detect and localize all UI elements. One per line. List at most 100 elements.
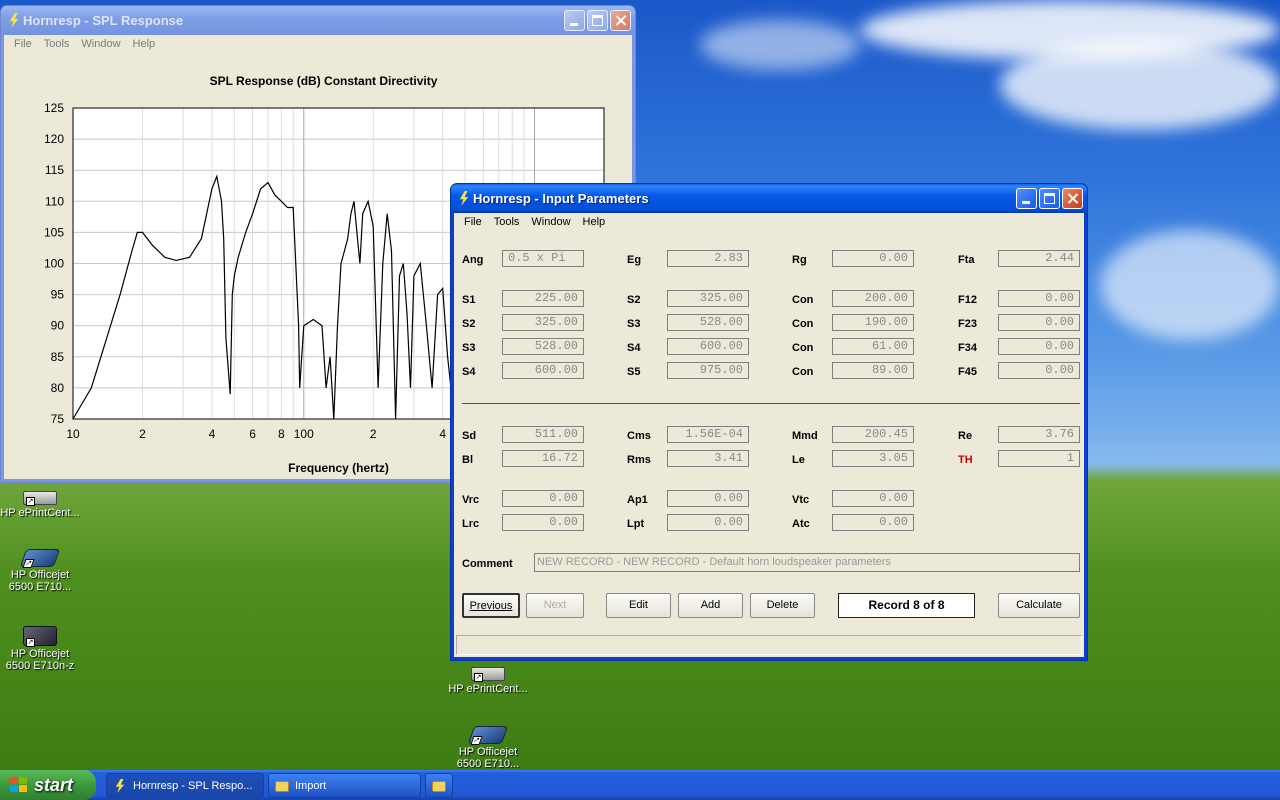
param-label-eg: Eg (627, 254, 642, 266)
param-field-con-1[interactable]: 200.00 (832, 290, 914, 307)
param-label: S5 (627, 366, 641, 378)
param-field-f34[interactable]: 0.00 (998, 338, 1080, 355)
x-tick-label: 6 (249, 427, 256, 441)
param-field-s4[interactable]: 600.00 (667, 338, 749, 355)
param-field-s4b[interactable]: 600.00 (502, 362, 584, 379)
param-field-th[interactable]: 1 (998, 450, 1080, 467)
maximize-button[interactable] (1039, 188, 1060, 209)
desktop-icon-hp-officejet-2[interactable]: ↗ HP Officejet 6500 E710... (448, 722, 528, 770)
param-field-ap1[interactable]: 0.00 (667, 490, 749, 507)
x-axis-label: Frequency (hertz) (288, 461, 389, 475)
param-field-vrc[interactable]: 0.00 (502, 490, 584, 507)
folder-icon (275, 781, 289, 792)
param-field-s2[interactable]: 325.00 (667, 290, 749, 307)
param-field-f12[interactable]: 0.00 (998, 290, 1080, 307)
minimize-icon (570, 23, 578, 26)
next-button[interactable]: Next (526, 593, 584, 618)
menu-window[interactable]: Window (525, 213, 576, 232)
input-menubar: File Tools Window Help (454, 213, 1084, 232)
minimize-button[interactable] (564, 10, 585, 31)
close-button[interactable] (610, 10, 631, 31)
taskbar: start Hornresp - SPL Respo... Import (0, 770, 1280, 800)
param-field-re[interactable]: 3.76 (998, 426, 1080, 443)
param-field-con-2[interactable]: 190.00 (832, 314, 914, 331)
menu-window[interactable]: Window (75, 35, 126, 54)
param-label-th[interactable]: TH (958, 453, 973, 467)
next-button-label: Next (543, 599, 567, 611)
y-tick-label: 100 (44, 257, 64, 271)
delete-button[interactable]: Delete (750, 593, 815, 618)
minimize-button[interactable] (1016, 188, 1037, 209)
taskbar-item-label: Import (295, 780, 327, 792)
param-field-rms[interactable]: 3.41 (667, 450, 749, 467)
param-field-f45[interactable]: 0.00 (998, 362, 1080, 379)
menu-tools[interactable]: Tools (38, 35, 76, 54)
desktop-icon-label: HP Officejet 6500 E710n-z (5, 648, 75, 672)
param-label: F45 (958, 366, 977, 378)
param-field-s3[interactable]: 528.00 (667, 314, 749, 331)
param-field-rg[interactable]: 0.00 (832, 250, 914, 267)
param-label: Vrc (462, 494, 480, 506)
param-field-f23[interactable]: 0.00 (998, 314, 1080, 331)
close-button[interactable] (1062, 188, 1083, 209)
comment-field[interactable]: NEW RECORD - NEW RECORD - Default horn l… (534, 553, 1080, 572)
taskbar-item-hornresp[interactable]: Hornresp - SPL Respo... (106, 773, 264, 798)
maximize-button[interactable] (587, 10, 608, 31)
param-field-s1[interactable]: 225.00 (502, 290, 584, 307)
param-label: Con (792, 318, 814, 330)
param-field-fta[interactable]: 2.44 (998, 250, 1080, 267)
desktop-icon-hp-officejet-nz[interactable]: ↗ HP Officejet 6500 E710n-z (0, 622, 80, 672)
param-label: S3 (462, 342, 476, 354)
param-label: S2 (627, 294, 641, 306)
param-label: Mmd (792, 430, 818, 442)
param-field-s2b[interactable]: 325.00 (502, 314, 584, 331)
desktop-icon-hp-eprintcenter[interactable]: ↗ HP ePrintCent... (0, 483, 80, 519)
param-field-ang[interactable]: 0.5 x Pi (502, 250, 584, 267)
param-label: Con (792, 294, 814, 306)
param-field-bl[interactable]: 16.72 (502, 450, 584, 467)
param-field-sd[interactable]: 511.00 (502, 426, 584, 443)
spl-window-titlebar[interactable]: Hornresp - SPL Response (1, 6, 635, 35)
param-field-eg[interactable]: 2.83 (667, 250, 749, 267)
taskbar-item-folder[interactable] (425, 773, 453, 798)
param-field-lpt[interactable]: 0.00 (667, 514, 749, 531)
printer-icon: ↗ (23, 626, 57, 647)
menu-file[interactable]: File (458, 213, 488, 232)
calculate-button[interactable]: Calculate (998, 593, 1080, 618)
edit-button[interactable]: Edit (606, 593, 671, 618)
input-window-titlebar[interactable]: Hornresp - Input Parameters (451, 184, 1087, 213)
menu-help[interactable]: Help (577, 213, 612, 232)
window-title: Hornresp - SPL Response (23, 13, 184, 28)
windows-logo-icon (10, 777, 28, 793)
menu-file[interactable]: File (8, 35, 38, 54)
add-button[interactable]: Add (678, 593, 743, 618)
y-tick-label: 80 (51, 381, 65, 395)
x-tick-label: 100 (294, 427, 314, 441)
desktop-icon-hp-eprintcenter-2[interactable]: ↗ HP ePrintCent... (448, 659, 528, 695)
desktop-icon-hp-officejet[interactable]: ↗ HP Officejet 6500 E710... (0, 545, 80, 593)
param-field-lrc[interactable]: 0.00 (502, 514, 584, 531)
printer-icon: ↗ (467, 726, 509, 745)
param-label: F34 (958, 342, 977, 354)
param-field-s3b[interactable]: 528.00 (502, 338, 584, 355)
param-field-le[interactable]: 3.05 (832, 450, 914, 467)
menu-tools[interactable]: Tools (488, 213, 526, 232)
taskbar-item-import[interactable]: Import (268, 773, 421, 798)
section-divider (462, 403, 1080, 404)
param-field-mmd[interactable]: 200.45 (832, 426, 914, 443)
shortcut-arrow-icon: ↗ (26, 638, 35, 647)
param-field-con-4[interactable]: 89.00 (832, 362, 914, 379)
param-field-vtc[interactable]: 0.00 (832, 490, 914, 507)
cloud (1000, 40, 1280, 130)
window-title: Hornresp - Input Parameters (473, 191, 649, 206)
param-field-atc[interactable]: 0.00 (832, 514, 914, 531)
y-tick-label: 75 (51, 412, 65, 426)
start-button[interactable]: start (0, 770, 96, 800)
param-label: Le (792, 454, 805, 466)
param-field-cms[interactable]: 1.56E-04 (667, 426, 749, 443)
param-field-s5[interactable]: 975.00 (667, 362, 749, 379)
edit-button-label: Edit (629, 599, 648, 611)
previous-button[interactable]: Previous (462, 593, 520, 618)
menu-help[interactable]: Help (127, 35, 162, 54)
param-field-con-3[interactable]: 61.00 (832, 338, 914, 355)
